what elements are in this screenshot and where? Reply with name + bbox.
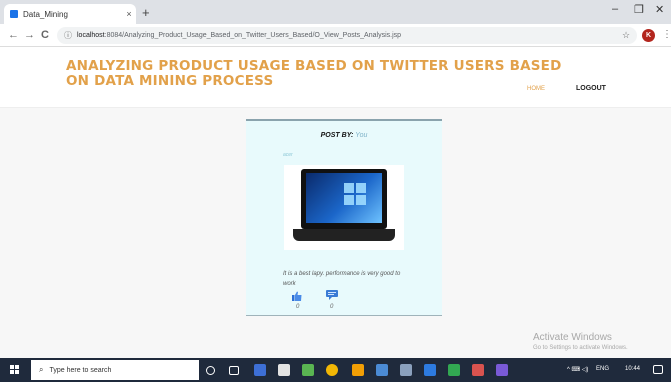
url-path: :8084/Analyzing_Product_Usage_Based_on_T… xyxy=(104,32,402,39)
site-header: ANALYZING PRODUCT USAGE BASED ON TWITTER… xyxy=(0,47,671,108)
comment-dislike-icon[interactable] xyxy=(326,290,338,300)
site-info-icon[interactable]: ⓘ xyxy=(64,30,72,41)
search-icon: ⌕ xyxy=(39,365,44,374)
post-image xyxy=(284,165,404,250)
nav-logout-link[interactable]: LOGOUT xyxy=(576,85,606,92)
taskbar-app-icon[interactable] xyxy=(400,364,412,376)
activate-windows-title: Activate Windows xyxy=(533,332,612,343)
back-button[interactable]: ← xyxy=(8,29,19,41)
browser-toolbar: ← → C ⓘ localhost:8084/Analyzing_Product… xyxy=(0,24,671,47)
post-card: POST BY: You acer It is a best lapy. per… xyxy=(246,119,442,316)
notifications-icon[interactable] xyxy=(653,365,663,374)
chrome-icon[interactable] xyxy=(326,364,338,376)
page-favicon-icon xyxy=(10,10,18,18)
post-product-name: acer xyxy=(283,152,293,158)
windows-logo-icon xyxy=(344,183,366,205)
taskbar-app-icon[interactable] xyxy=(302,364,314,376)
forward-button[interactable]: → xyxy=(24,29,35,41)
taskbar-search-box[interactable]: ⌕ Type here to search xyxy=(31,360,199,380)
reload-button[interactable]: C xyxy=(41,29,49,41)
site-title: ANALYZING PRODUCT USAGE BASED ON TWITTER… xyxy=(66,58,562,89)
taskbar-app-icon[interactable] xyxy=(352,364,364,376)
bookmark-star-icon[interactable]: ☆ xyxy=(622,30,630,41)
new-tab-button[interactable]: + xyxy=(142,5,150,20)
task-view-icon[interactable] xyxy=(229,366,239,375)
browser-tab[interactable]: Data_Mining × xyxy=(4,4,136,24)
maximize-button[interactable]: ❐ xyxy=(634,3,644,16)
close-window-button[interactable]: ✕ xyxy=(655,3,664,16)
browser-menu-icon[interactable]: ⋮ xyxy=(662,29,671,40)
taskbar-app-icon[interactable] xyxy=(376,364,388,376)
tray-clock[interactable]: 10:44 xyxy=(625,366,640,372)
tab-strip: Data_Mining × + – ❐ ✕ xyxy=(0,0,671,24)
activate-windows-subtitle: Go to Settings to activate Windows. xyxy=(533,345,628,351)
post-text: It is a best lapy. performance is very g… xyxy=(283,271,401,287)
laptop-keyboard xyxy=(293,229,395,241)
nav-home-link[interactable]: HOME xyxy=(527,86,545,92)
minimize-button[interactable]: – xyxy=(612,3,618,15)
cortana-icon[interactable] xyxy=(206,366,215,375)
laptop-screen xyxy=(301,169,387,229)
tray-language[interactable]: ENG xyxy=(596,366,609,372)
taskbar-app-icon[interactable] xyxy=(496,364,508,376)
taskbar-app-icon[interactable] xyxy=(424,364,436,376)
tab-title: Data_Mining xyxy=(23,9,68,19)
address-bar[interactable]: ⓘ localhost:8084/Analyzing_Product_Usage… xyxy=(57,27,637,44)
post-by-label: POST BY: xyxy=(320,132,354,139)
url-host: localhost xyxy=(77,32,105,39)
post-author: You xyxy=(355,132,368,139)
taskbar-app-icon[interactable] xyxy=(472,364,484,376)
thumbs-up-icon[interactable] xyxy=(292,291,302,301)
windows-taskbar: ⌕ Type here to search ^ ⌨ ◁) ENG 10:44 xyxy=(0,358,671,382)
taskbar-app-icon[interactable] xyxy=(448,364,460,376)
laptop-display xyxy=(306,173,382,223)
like-count: 0 xyxy=(296,304,300,310)
dislike-count: 0 xyxy=(330,304,334,310)
tray-icons[interactable]: ^ ⌨ ◁) xyxy=(567,366,588,373)
main-content: POST BY: You acer It is a best lapy. per… xyxy=(0,108,671,358)
post-author-line: POST BY: You xyxy=(246,132,442,139)
store-icon[interactable] xyxy=(278,364,290,376)
tab-close-icon[interactable]: × xyxy=(122,9,136,19)
taskbar-search-placeholder: Type here to search xyxy=(49,366,112,374)
windows-start-icon[interactable] xyxy=(10,365,20,375)
profile-avatar[interactable]: K xyxy=(642,29,655,42)
taskbar-app-icon[interactable] xyxy=(254,364,266,376)
